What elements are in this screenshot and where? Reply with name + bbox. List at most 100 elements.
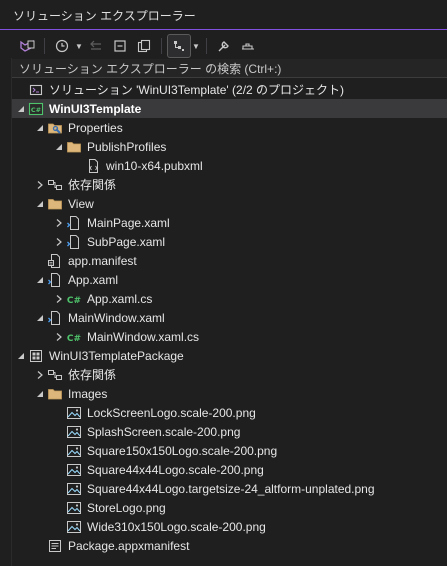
expander-placeholder <box>33 251 47 270</box>
tree-item-label: MainWindow.xaml <box>68 310 165 325</box>
tree-item[interactable]: win10-x64.pubxml <box>12 156 447 175</box>
expanded-chevron-icon[interactable] <box>33 384 47 403</box>
expanded-chevron-icon[interactable] <box>52 137 66 156</box>
collapsed-chevron-icon[interactable] <box>52 213 66 232</box>
xaml-file-icon <box>66 234 82 250</box>
tree-item-label: Images <box>68 386 108 401</box>
tree-item[interactable]: SubPage.xaml <box>12 232 447 251</box>
tree-item[interactable]: 依存関係 <box>12 365 447 384</box>
tree-item-label: Square150x150Logo.scale-200.png <box>87 443 278 458</box>
tree-item[interactable]: ソリューション 'WinUI3Template' (2/2 のプロジェクト) <box>12 80 447 99</box>
expander-placeholder <box>52 403 66 422</box>
history-dropdown-chevron-down-icon[interactable]: ▼ <box>75 35 83 57</box>
preview-icon[interactable] <box>237 35 259 57</box>
properties-wrench-icon[interactable] <box>213 35 235 57</box>
tree-item[interactable]: Square44x44Logo.scale-200.png <box>12 460 447 479</box>
tree-item[interactable]: Package.appxmanifest <box>12 536 447 555</box>
expander-placeholder <box>52 479 66 498</box>
solution-explorer-toolbar: ▼ ▼ <box>0 32 447 60</box>
tree-item[interactable]: MainWindow.xaml <box>12 308 447 327</box>
tree-item[interactable]: View <box>12 194 447 213</box>
tree-item[interactable]: WinUI3TemplatePackage <box>12 346 447 365</box>
collapsed-chevron-icon[interactable] <box>52 289 66 308</box>
tree-item-label: Square44x44Logo.scale-200.png <box>87 462 264 477</box>
image-file-icon <box>66 519 82 535</box>
tree-item-label: 依存関係 <box>68 368 117 382</box>
tree-item[interactable]: Square150x150Logo.scale-200.png <box>12 441 447 460</box>
expanded-chevron-icon[interactable] <box>33 308 47 327</box>
solution-icon <box>28 82 44 98</box>
tree-item-label: WinUI3TemplatePackage <box>49 348 184 363</box>
title-accent-line <box>0 29 447 30</box>
tree-item-label: MainWindow.xaml.cs <box>87 329 200 344</box>
manifest-icon <box>47 253 63 269</box>
collapsed-chevron-icon[interactable] <box>33 365 47 384</box>
csharp-project-icon: C# <box>28 101 44 117</box>
tree-item[interactable]: Properties <box>12 118 447 137</box>
xaml-file-icon <box>47 272 63 288</box>
expander-placeholder <box>52 422 66 441</box>
filter-dropdown-chevron-down-icon[interactable]: ▼ <box>192 35 200 57</box>
collapsed-chevron-icon[interactable] <box>52 232 66 251</box>
tree-item[interactable]: App.xaml <box>12 270 447 289</box>
tree-item[interactable]: 依存関係 <box>12 175 447 194</box>
search-placeholder: ソリューション エクスプローラー の検索 (Ctrl+:) <box>19 61 282 76</box>
tree-item[interactable]: SplashScreen.scale-200.png <box>12 422 447 441</box>
tree-item-label: LockScreenLogo.scale-200.png <box>87 405 256 420</box>
show-all-files-icon[interactable] <box>133 35 155 57</box>
properties-folder-icon <box>47 120 63 136</box>
tree-item[interactable]: C# App.xaml.cs <box>12 289 447 308</box>
image-file-icon <box>66 443 82 459</box>
dependencies-icon <box>47 367 63 383</box>
package-project-icon <box>28 348 44 364</box>
expanded-chevron-icon[interactable] <box>14 346 28 365</box>
vs-switch-views-icon[interactable] <box>16 35 38 57</box>
tree-item[interactable]: StoreLogo.png <box>12 498 447 517</box>
solution-tree: ソリューション 'WinUI3Template' (2/2 のプロジェクト) C#… <box>12 80 447 555</box>
filter-icon[interactable] <box>167 34 191 58</box>
tree-item[interactable]: Square44x44Logo.targetsize-24_altform-un… <box>12 479 447 498</box>
tree-item-label: MainPage.xaml <box>87 215 170 230</box>
toolbar-separator <box>206 38 207 54</box>
tree-item[interactable]: PublishProfiles <box>12 137 447 156</box>
expander-placeholder <box>52 441 66 460</box>
expander-placeholder <box>52 460 66 479</box>
tree-item[interactable]: MainPage.xaml <box>12 213 447 232</box>
folder-icon <box>66 139 82 155</box>
image-file-icon <box>66 424 82 440</box>
tree-item[interactable]: LockScreenLogo.scale-200.png <box>12 403 447 422</box>
tree-item-label: WinUI3Template <box>49 101 142 116</box>
tree-item[interactable]: Wide310x150Logo.scale-200.png <box>12 517 447 536</box>
history-icon[interactable] <box>51 35 73 57</box>
tree-item-label: App.xaml.cs <box>87 291 153 306</box>
image-file-icon <box>66 405 82 421</box>
expander-placeholder <box>71 156 85 175</box>
expanded-chevron-icon[interactable] <box>33 270 47 289</box>
xaml-file-icon <box>47 310 63 326</box>
expanded-chevron-icon[interactable] <box>14 99 28 118</box>
tree-item-label: app.manifest <box>68 253 137 268</box>
csharp-file-icon: C# <box>66 329 82 345</box>
xaml-file-icon <box>66 215 82 231</box>
tree-item-label: ソリューション 'WinUI3Template' (2/2 のプロジェクト) <box>49 83 345 97</box>
folder-icon <box>47 196 63 212</box>
tree-item-label: SubPage.xaml <box>87 234 166 249</box>
tree-item[interactable]: app.manifest <box>12 251 447 270</box>
tree-item-label: View <box>68 196 94 211</box>
back-icon[interactable] <box>85 35 107 57</box>
image-file-icon <box>66 462 82 478</box>
expanded-chevron-icon[interactable] <box>33 118 47 137</box>
tree-item-label: Wide310x150Logo.scale-200.png <box>87 519 266 534</box>
xml-file-icon <box>85 158 101 174</box>
tree-item[interactable]: C# WinUI3Template <box>12 99 447 118</box>
svg-text:C#: C# <box>67 334 81 344</box>
tree-item[interactable]: C# MainWindow.xaml.cs <box>12 327 447 346</box>
collapsed-chevron-icon[interactable] <box>33 175 47 194</box>
collapse-all-icon[interactable] <box>109 35 131 57</box>
toolbar-separator <box>161 38 162 54</box>
expanded-chevron-icon[interactable] <box>33 194 47 213</box>
collapsed-chevron-icon[interactable] <box>52 327 66 346</box>
dependencies-icon <box>47 177 63 193</box>
search-input[interactable]: ソリューション エクスプローラー の検索 (Ctrl+:) <box>12 59 447 78</box>
tree-item[interactable]: Images <box>12 384 447 403</box>
